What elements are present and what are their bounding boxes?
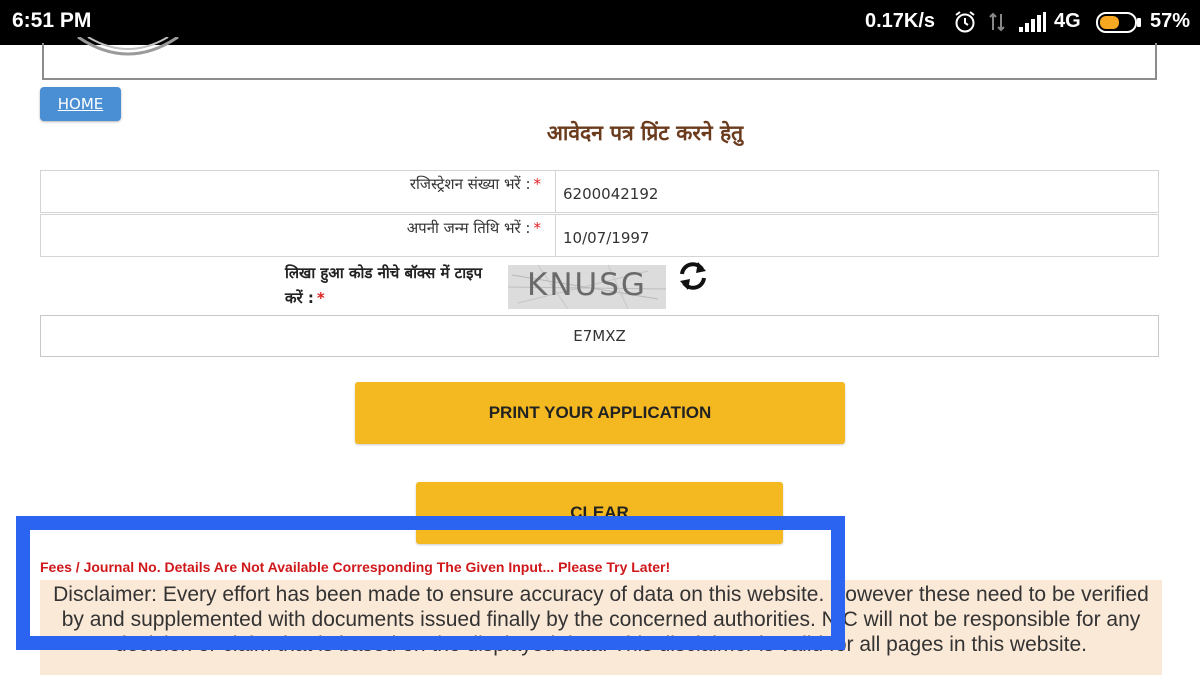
clear-button[interactable]: CLEAR [416, 482, 783, 544]
disclaimer-text: Disclaimer: Every effort has been made t… [40, 580, 1162, 675]
registration-row: रजिस्ट्रेशन संख्या भरें : * 6200042192 [40, 170, 1159, 213]
dob-row: अपनी जन्म तिथि भरें : * 10/07/1997 [40, 214, 1159, 257]
required-marker: * [533, 175, 542, 193]
signal-icon [1019, 12, 1046, 32]
page-content: HOME आवेदन पत्र प्रिंट करने हेतु रजिस्ट्… [0, 37, 1200, 675]
required-marker: * [533, 219, 542, 237]
dob-label: अपनी जन्म तिथि भरें : * [406, 219, 542, 237]
registration-number-field[interactable]: 6200042192 [563, 185, 658, 203]
error-message: Fees / Journal No. Details Are Not Avail… [40, 559, 671, 575]
status-time: 6:51 PM [12, 9, 92, 32]
page-title: आवेदन पत्र प्रिंट करने हेतु [546, 120, 744, 145]
dob-field[interactable]: 10/07/1997 [563, 229, 649, 247]
refresh-icon[interactable] [676, 259, 710, 293]
registration-label: रजिस्ट्रेशन संख्या भरें : * [409, 175, 542, 193]
battery-icon [1096, 12, 1141, 33]
header-banner [42, 43, 1157, 80]
required-marker: * [316, 289, 325, 307]
registration-label-cell: रजिस्ट्रेशन संख्या भरें : * [41, 171, 556, 212]
battery-percent: 57% [1150, 10, 1191, 32]
captcha-text: KNUSG [527, 267, 647, 303]
alarm-icon [955, 11, 975, 33]
print-application-button[interactable]: PRINT YOUR APPLICATION [355, 382, 845, 444]
network-type: 4G [1054, 10, 1081, 32]
emblem-logo [77, 37, 179, 56]
captcha-input[interactable]: E7MXZ [40, 315, 1159, 357]
home-button[interactable]: HOME [40, 87, 121, 121]
dob-label-cell: अपनी जन्म तिथि भरें : * [41, 215, 556, 256]
data-transfer-icon [989, 12, 1005, 32]
network-speed: 0.17K/s [865, 10, 936, 32]
captcha-image: KNUSG [508, 265, 666, 309]
captcha-label: लिखा हुआ कोड नीचे बॉक्स में टाइप करें : * [285, 264, 482, 307]
